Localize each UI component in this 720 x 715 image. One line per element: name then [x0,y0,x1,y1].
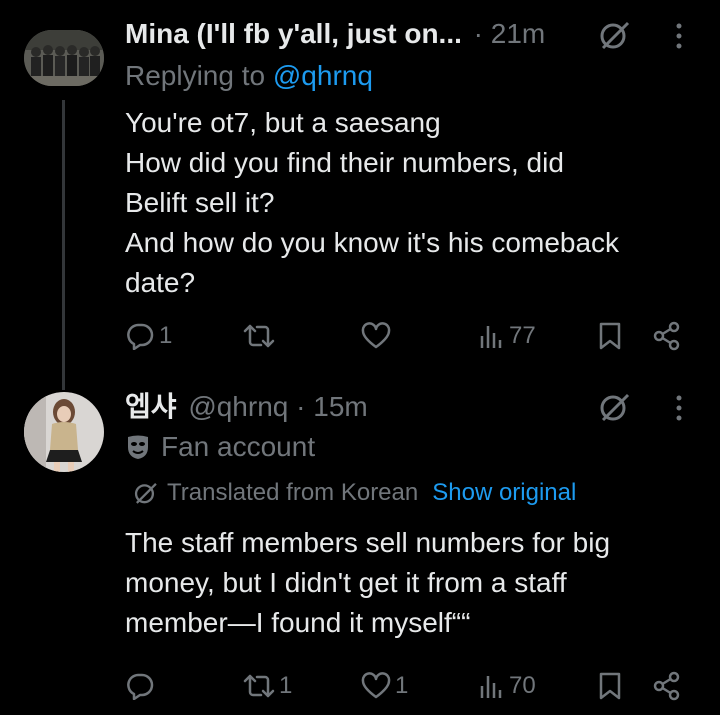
tweet-text: You're ot7, but a saesang How did you fi… [125,103,619,303]
retweet-button[interactable]: 1 [243,666,292,706]
more-options-icon[interactable] [674,394,684,427]
bookmark-icon [599,322,621,350]
views-count: 70 [509,672,536,699]
tweet-text: The staff members sell numbers for big m… [125,523,610,643]
tweet-text-line: How did you find their numbers, did [125,147,564,178]
views-button[interactable]: 77 [479,316,536,356]
tweet-text-line: And how do you know it's his comeback [125,227,620,258]
views-icon [480,326,502,348]
bookmark-button[interactable] [598,666,622,706]
reply-icon [127,673,154,700]
tweet-text-line: Belift sell it? [125,187,275,218]
like-button[interactable]: 1 [361,666,408,706]
timestamp[interactable]: · 15m [296,391,368,422]
reply-icon [127,323,154,350]
like-button[interactable] [361,316,395,356]
tweet-1[interactable]: Mina (I'll fb y'all, just on... · 21m Re… [0,0,720,380]
tweet-2[interactable]: 엡샤 @qhrnq · 15m Fan account Translated f… [0,380,720,715]
heart-icon [361,322,391,349]
share-icon [653,671,680,701]
translate-icon [134,483,157,504]
replying-to-handle[interactable]: @qhrnq [273,60,373,91]
heart-icon [361,672,391,699]
retweet-icon [243,324,275,348]
tweet-actions: 1 1 70 [125,666,685,706]
share-button[interactable] [652,316,682,356]
reply-button[interactable] [125,666,159,706]
replying-to-label: Replying to [125,60,273,91]
retweet-button[interactable] [243,316,279,356]
fan-account-mask-icon [128,435,148,459]
like-count: 1 [395,672,409,699]
share-icon [653,321,680,351]
grok-icon[interactable] [598,392,632,427]
translated-label: Translated from Korean [167,479,419,506]
retweet-count: 1 [279,672,293,699]
views-count: 77 [509,322,536,349]
tweet-text-line: member—I found it myself““ [125,607,471,638]
bookmark-icon [599,672,621,700]
avatar[interactable] [24,392,104,472]
tweet-text-line: money, but I didn't get it from a staff [125,567,567,598]
grok-icon[interactable] [598,20,632,55]
tweet-text-line: You're ot7, but a saesang [125,107,441,138]
timestamp[interactable]: · 21m [474,18,546,49]
handle[interactable]: @qhrnq [188,391,288,422]
show-original-link[interactable]: Show original [432,478,576,508]
more-options-icon[interactable] [674,22,684,55]
share-button[interactable] [652,666,682,706]
bookmark-button[interactable] [598,316,622,356]
retweet-icon [243,674,275,698]
avatar[interactable] [24,30,104,86]
display-name[interactable]: 엡샤 [125,391,177,422]
reply-button[interactable]: 1 [125,316,172,356]
display-name[interactable]: Mina (I'll fb y'all, just on... [125,18,462,49]
tweet-actions: 1 77 [125,316,685,356]
tweet-text-line: date? [125,267,196,298]
reply-count: 1 [159,322,173,349]
account-label: Fan account [161,431,316,462]
views-icon [480,676,502,698]
views-button[interactable]: 70 [479,666,536,706]
tweet-text-line: The staff members sell numbers for big [125,527,611,558]
